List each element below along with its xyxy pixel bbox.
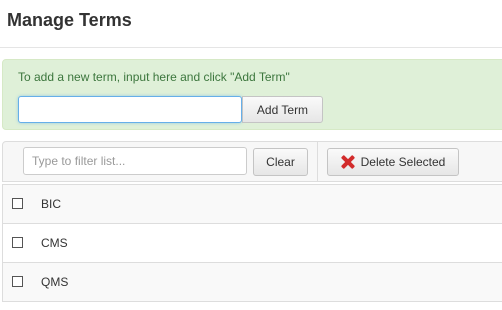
term-row: CMS (2, 224, 502, 263)
title-divider (0, 47, 502, 48)
clear-filter-button[interactable]: Clear (253, 148, 308, 176)
term-checkbox[interactable] (12, 237, 23, 248)
add-term-button[interactable]: Add Term (242, 96, 323, 123)
terms-list: BIC CMS QMS (2, 184, 502, 302)
terms-toolbar: Clear Delete Selected (2, 141, 502, 182)
add-term-panel: To add a new term, input here and click … (2, 59, 502, 130)
term-checkbox[interactable] (12, 198, 23, 209)
term-label: QMS (41, 275, 69, 289)
add-term-instructions: To add a new term, input here and click … (18, 70, 290, 84)
term-label: CMS (41, 236, 68, 250)
filter-input[interactable] (23, 147, 247, 175)
new-term-input[interactable] (18, 96, 242, 123)
term-row: BIC (2, 185, 502, 224)
toolbar-divider (317, 142, 318, 181)
term-checkbox[interactable] (12, 276, 23, 287)
term-label: BIC (41, 197, 62, 211)
term-row: QMS (2, 263, 502, 302)
delete-selected-label: Delete Selected (360, 155, 446, 169)
delete-selected-button[interactable]: Delete Selected (327, 148, 459, 176)
delete-x-icon (341, 155, 355, 169)
page-title: Manage Terms (7, 10, 132, 30)
